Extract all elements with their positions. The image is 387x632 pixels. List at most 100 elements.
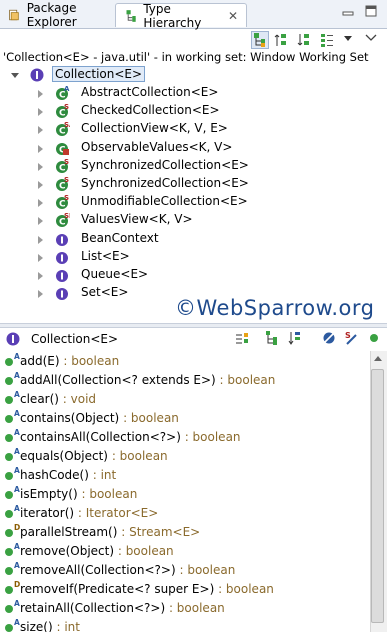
hierarchy-status-label: 'Collection<E> - java.util' - in working… — [3, 50, 369, 64]
tab-label: Package Explorer — [26, 1, 77, 29]
return-type: : boolean — [108, 449, 168, 463]
tree-node[interactable]: C S CheckedCollection<E> — [0, 102, 387, 120]
member-row[interactable]: Aclear() : void — [0, 390, 370, 409]
maximize-icon[interactable] — [364, 4, 378, 18]
show-all-inherited-button[interactable] — [264, 330, 280, 346]
scroll-up-arrow-icon[interactable] — [374, 356, 382, 361]
member-row[interactable]: Aiterator() : Iterator<E> — [0, 504, 370, 523]
method-name: iterator() — [20, 506, 75, 520]
modifier-badge: A — [14, 409, 20, 418]
tree-root-node[interactable]: Collection<E> — [0, 66, 387, 84]
tree-node[interactable]: List<E> — [0, 248, 387, 266]
expand-twisty-icon[interactable] — [38, 162, 43, 171]
class-icon: CS — [56, 158, 69, 173]
public-method-icon — [5, 548, 13, 556]
show-subtype-hierarchy-button[interactable] — [295, 31, 313, 49]
expand-twisty-icon[interactable] — [38, 217, 43, 226]
expand-twisty-icon[interactable] — [38, 253, 43, 262]
tree-node-label: BeanContext — [81, 230, 159, 245]
expand-twisty-icon[interactable] — [38, 144, 43, 153]
expand-twisty-icon[interactable] — [38, 235, 43, 244]
member-row[interactable]: Acontains(Object) : boolean — [0, 409, 370, 428]
sort-members-button[interactable] — [287, 330, 303, 346]
history-list-button[interactable] — [318, 31, 336, 49]
scrollbar-thumb[interactable] — [371, 369, 384, 623]
member-row[interactable]: AisEmpty() : boolean — [0, 485, 370, 504]
member-row[interactable]: DremoveIf(Predicate<? super E>) : boolea… — [0, 580, 370, 599]
hide-nonpublic-button[interactable] — [366, 330, 382, 346]
tree-node-label: CollectionView<K, V, E> — [81, 121, 228, 136]
interface-icon — [56, 288, 68, 301]
svg-text:SF: SF — [64, 212, 70, 220]
return-type: : Stream<E> — [117, 525, 201, 539]
member-signature: iterator() : Iterator<E> — [20, 506, 158, 520]
sort-icon — [288, 332, 300, 345]
tree-node[interactable]: C S SynchronizedCollection<E> — [0, 175, 387, 193]
modifier-badge: A — [14, 352, 20, 361]
expand-twisty-icon[interactable] — [38, 272, 43, 280]
method-name: remove(Object) — [20, 544, 115, 558]
view-menu-dropdown-icon[interactable] — [344, 36, 352, 41]
class-icon: CS — [56, 176, 69, 192]
tree-node[interactable]: BeanContext — [0, 230, 387, 248]
member-row[interactable]: AhashCode() : int — [0, 466, 370, 485]
modifier-badge: A — [14, 542, 20, 551]
return-type: : boolean — [165, 601, 225, 615]
tab-type-hierarchy[interactable]: Type Hierarchy ✕ — [115, 2, 247, 30]
method-name: contains(Object) — [20, 411, 120, 425]
member-signature: removeIf(Predicate<? super E>) : boolean — [20, 582, 274, 596]
expand-twisty-icon[interactable] — [38, 126, 43, 135]
return-type: : int — [52, 620, 80, 632]
hierarchy-icon — [254, 33, 265, 47]
interface-icon — [56, 233, 68, 246]
tree-node[interactable]: CSF ValuesView<K, V> — [0, 211, 387, 229]
lock-view-button[interactable] — [234, 330, 250, 346]
svg-text:S: S — [64, 158, 69, 166]
expand-twisty-icon[interactable] — [38, 90, 43, 98]
svg-text:S: S — [64, 103, 69, 111]
member-row[interactable]: AcontainsAll(Collection<?>) : boolean — [0, 428, 370, 447]
member-row[interactable]: Aequals(Object) : boolean — [0, 447, 370, 466]
return-type: : boolean — [175, 563, 236, 577]
expand-twisty-icon[interactable] — [38, 290, 43, 299]
member-row[interactable]: DparallelStream() : Stream<E> — [0, 523, 370, 542]
member-row[interactable]: AremoveAll(Collection<?>) : boolean — [0, 561, 370, 580]
tab-package-explorer[interactable]: Package Explorer — [0, 1, 117, 29]
member-row[interactable]: AaddAll(Collection<? extends E>) : boole… — [0, 371, 370, 390]
tree-node[interactable]: C A AbstractCollection<E> — [0, 84, 387, 102]
tree-node[interactable]: C ObservableValues<K, V> — [0, 139, 387, 157]
method-name: containsAll(Collection<?>) — [20, 430, 181, 444]
member-row[interactable]: Aadd(E) : boolean — [0, 352, 370, 371]
tree-node[interactable]: CSA CollectionView<K, V, E> — [0, 120, 387, 138]
member-row[interactable]: Aremove(Object) : boolean — [0, 542, 370, 561]
chevron-down-icon[interactable] — [364, 33, 378, 43]
expand-twisty-icon[interactable] — [11, 73, 19, 78]
expand-twisty-icon[interactable] — [38, 199, 43, 208]
expand-twisty-icon[interactable] — [38, 108, 43, 117]
member-row[interactable]: AretainAll(Collection<?>) : boolean — [0, 599, 370, 618]
expand-twisty-icon[interactable] — [38, 181, 43, 189]
method-name: removeAll(Collection<?>) — [20, 563, 176, 577]
show-supertype-hierarchy-button[interactable] — [272, 31, 290, 49]
tree-node[interactable]: Queue<E> — [0, 266, 387, 284]
subtype-icon — [297, 34, 309, 46]
minimize-icon[interactable] — [341, 4, 355, 18]
interface-icon — [56, 270, 68, 282]
show-type-hierarchy-button[interactable] — [251, 31, 269, 49]
supertype-icon — [274, 34, 286, 46]
hide-static-button[interactable]: S — [343, 330, 359, 346]
members-list[interactable]: Aadd(E) : boolean AaddAll(Collection<? ex… — [0, 350, 370, 632]
public-method-icon — [5, 624, 13, 632]
member-row[interactable]: Asize() : int — [0, 618, 370, 632]
method-name: isEmpty() — [20, 487, 78, 501]
member-signature: clear() : void — [20, 392, 96, 406]
close-tab-button[interactable]: ✕ — [228, 9, 238, 23]
public-method-icon — [5, 358, 13, 366]
tree-node[interactable]: C S UnmodifiableCollection<E> — [0, 193, 387, 211]
member-signature: containsAll(Collection<?>) : boolean — [20, 430, 241, 444]
tree-node[interactable]: C S SynchronizedCollection<E> — [0, 157, 387, 175]
return-type: : boolean — [59, 354, 120, 368]
hide-fields-button[interactable] — [321, 330, 337, 346]
watermark-text: ©WebSparrow.org — [175, 296, 375, 320]
method-name: equals(Object) — [20, 449, 108, 463]
